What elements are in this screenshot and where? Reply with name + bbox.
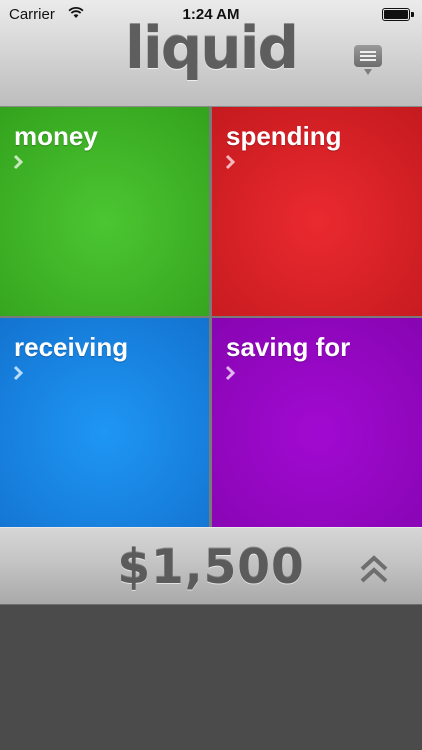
double-chevron-up-icon [360, 555, 388, 583]
tile-receiving[interactable]: receiving [0, 318, 209, 527]
tile-spending-label: spending [226, 121, 342, 151]
tile-money-label: money [14, 121, 98, 151]
category-grid: money spending receiving saving for [0, 107, 422, 527]
chevron-right-icon [225, 154, 236, 170]
chevron-right-icon [13, 154, 24, 170]
app-root: Carrier 1:24 AM liquid money spending re… [0, 0, 422, 750]
menu-button[interactable] [353, 44, 383, 75]
total-bar: $1,500 [0, 527, 422, 605]
tile-receiving-label: receiving [14, 332, 129, 362]
tile-money[interactable]: money [0, 107, 209, 316]
bottom-panel [0, 605, 422, 750]
tile-spending[interactable]: spending [212, 107, 422, 316]
expand-button[interactable] [358, 552, 390, 586]
chevron-right-icon [225, 365, 236, 381]
chevron-right-icon [13, 365, 24, 381]
tile-saving-for[interactable]: saving for [212, 318, 422, 527]
app-header: Carrier 1:24 AM liquid [0, 0, 422, 107]
menu-list-icon [354, 45, 382, 75]
tile-saving-for-label: saving for [226, 332, 351, 362]
